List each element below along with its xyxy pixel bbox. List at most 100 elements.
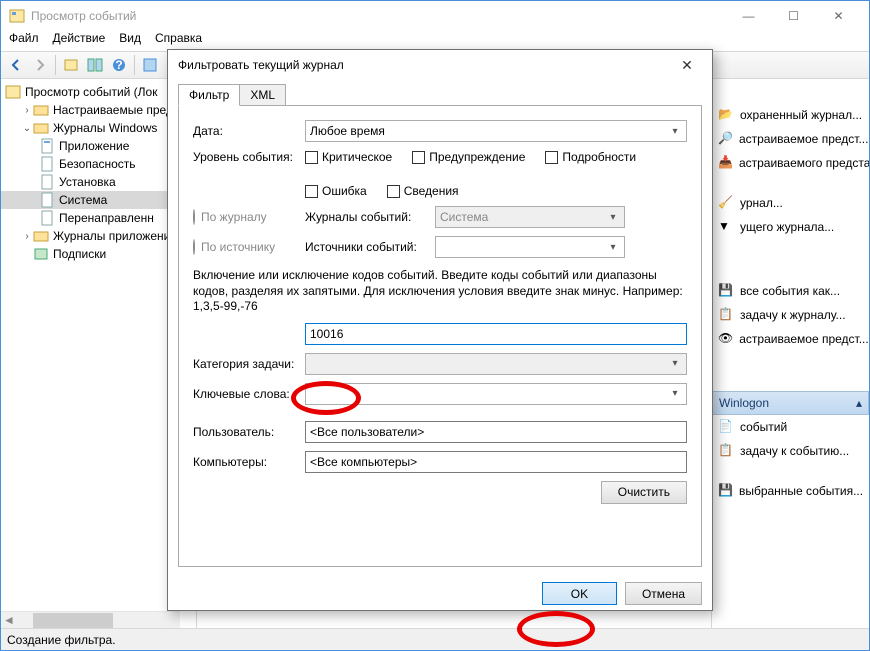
chevron-down-icon: ▾ [605,242,621,253]
import-icon: 📥 [718,155,733,171]
expand-icon[interactable]: › [21,105,33,116]
filter-dialog: Фильтровать текущий журнал ✕ Фильтр XML … [167,49,713,611]
ok-button[interactable]: OK [542,582,617,605]
clear-button[interactable]: Очистить [601,481,687,504]
user-input[interactable] [305,421,687,443]
action-save-all[interactable]: 💾все события как... [712,279,869,303]
radio-by-log [193,210,195,224]
tool-icon-2[interactable] [84,54,106,76]
close-button[interactable]: ✕ [816,2,861,30]
eventviewer-icon [5,84,21,100]
folder-open-icon [33,120,49,136]
folder-icon [33,102,49,118]
label-keywords: Ключевые слова: [193,387,305,401]
log-icon [39,156,55,172]
event-sources-combo[interactable]: ▾ [435,236,625,258]
computer-input[interactable] [305,451,687,473]
main-titlebar: Просмотр событий — ☐ ✕ [1,1,869,31]
date-combo[interactable]: Любое время▾ [305,120,687,142]
nav-forward-button[interactable] [29,54,51,76]
action-open-saved-log[interactable]: 📂 охраненный журнал... [712,103,869,127]
check-verbose[interactable]: Подробности [545,150,636,164]
action-view[interactable]: 👁астраиваемое предст... [712,327,869,351]
nav-back-button[interactable] [5,54,27,76]
tab-filter[interactable]: Фильтр [178,84,240,106]
tree-label: Журналы приложени [53,229,170,243]
event-id-input[interactable] [305,323,687,345]
radio-label: По журналу [201,210,267,224]
folder-icon [33,228,49,244]
tree-horizontal-scrollbar[interactable]: ◄ [1,611,180,628]
chevron-down-icon: ▾ [667,388,683,399]
tree-label: Безопасность [59,157,136,171]
check-label: Ошибка [322,184,367,198]
tree-label: Подписки [53,247,106,261]
action-label: выбранные события... [739,484,863,498]
props-icon: 📄 [718,419,734,435]
action-clear-log[interactable]: 🧹 урнал... [712,191,869,215]
radio-by-source[interactable] [193,240,195,254]
action-filter-log[interactable]: ▼ущего журнала... [712,215,869,239]
tab-xml[interactable]: XML [239,84,286,106]
save-icon: 💾 [718,483,733,499]
dialog-close-button[interactable]: ✕ [672,53,702,77]
label-event-sources: Источники событий: [305,240,435,254]
task-icon: 📋 [718,443,734,459]
action-label: ущего журнала... [740,220,834,234]
menu-view[interactable]: Вид [119,31,141,51]
dialog-titlebar: Фильтровать текущий журнал ✕ [168,50,712,80]
status-text: Создание фильтра. [7,633,116,647]
view-icon: 👁 [718,331,733,347]
chevron-down-icon: ▾ [667,358,683,369]
svg-text:?: ? [115,58,122,72]
action-label: астраиваемое предст... [739,132,869,146]
menu-help[interactable]: Справка [155,31,202,51]
action-label: астраиваемого предста... [739,156,869,170]
label-user: Пользователь: [193,425,305,439]
label-event-logs: Журналы событий: [305,210,435,224]
check-error[interactable]: Ошибка [305,184,367,198]
minimize-button[interactable]: — [726,2,771,30]
combo-value: Система [440,210,488,224]
category-combo: ▾ [305,353,687,375]
label-computer: Компьютеры: [193,455,305,469]
tool-icon-1[interactable] [60,54,82,76]
log-icon [39,210,55,226]
tool-icon-4[interactable] [139,54,161,76]
label-date: Дата: [193,124,305,138]
header-label: Winlogon [719,396,769,410]
dialog-title: Фильтровать текущий журнал [178,58,672,72]
menu-file[interactable]: Файл [9,31,39,51]
keywords-combo[interactable]: ▾ [305,383,687,405]
check-warning[interactable]: Предупреждение [412,150,525,164]
action-label: задачу к журналу... [740,308,846,322]
view-icon: 🔎 [718,131,733,147]
action-attach-event[interactable]: 📋задачу к событию... [712,439,869,463]
tree-label: Установка [59,175,116,189]
check-label: Сведения [404,184,459,198]
chevron-up-icon: ▴ [856,396,862,410]
save-icon: 💾 [718,283,734,299]
menu-action[interactable]: Действие [53,31,106,51]
collapse-icon[interactable]: ⌄ [21,123,33,134]
action-label: охраненный журнал... [740,108,862,122]
check-critical[interactable]: Критическое [305,150,392,164]
action-event-props[interactable]: 📄событий [712,415,869,439]
actions-pane: 📂 охраненный журнал... 🔎 астраиваемое пред… [711,79,869,628]
cancel-button[interactable]: Отмена [625,582,702,605]
task-icon: 📋 [718,307,734,323]
maximize-button[interactable]: ☐ [771,2,816,30]
app-icon [9,8,25,24]
action-label: урнал... [740,196,783,210]
action-save-selected[interactable]: 💾 выбранные события... [712,479,869,503]
help-icon[interactable]: ? [108,54,130,76]
action-attach-task[interactable]: 📋 задачу к журналу... [712,303,869,327]
expand-icon[interactable]: › [21,231,33,242]
clear-icon: 🧹 [718,195,734,211]
log-icon [39,138,55,154]
action-import-custom-view[interactable]: 📥 астраиваемого предста... [712,151,869,175]
check-info[interactable]: Сведения [387,184,459,198]
action-create-custom-view[interactable]: 🔎 астраиваемое предст... [712,127,869,151]
open-icon: 📂 [718,107,734,123]
actions-event-header[interactable]: Winlogon ▴ [712,391,869,415]
